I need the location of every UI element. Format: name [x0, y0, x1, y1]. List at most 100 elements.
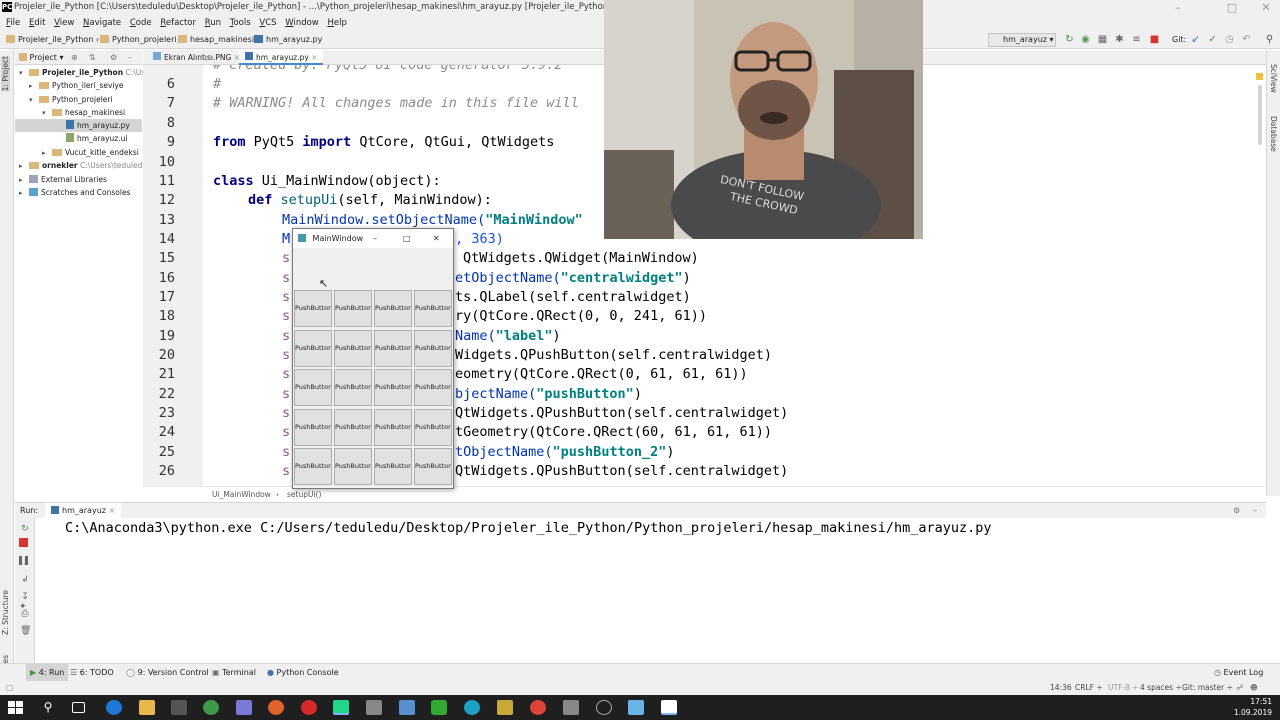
- qt-push-button[interactable]: PushButton: [294, 369, 332, 406]
- anaconda-icon[interactable]: [203, 700, 219, 715]
- opera-icon[interactable]: [301, 700, 317, 715]
- qt-push-button[interactable]: PushButton: [334, 408, 372, 446]
- soft-wrap-icon[interactable]: ↲: [20, 575, 30, 585]
- git-branch[interactable]: Git: master ÷: [1182, 681, 1233, 695]
- qt-push-button[interactable]: PushButton: [374, 448, 412, 485]
- maximize-icon[interactable]: □: [403, 229, 411, 248]
- qt-push-button[interactable]: PushButton: [294, 329, 332, 367]
- warning-marker-icon[interactable]: [1256, 73, 1263, 80]
- scroll-to-end-icon[interactable]: ↧: [20, 592, 30, 602]
- menu-tools[interactable]: Tools: [230, 15, 251, 31]
- qt-push-button[interactable]: PushButton: [334, 369, 372, 406]
- document-icon[interactable]: [661, 700, 677, 715]
- git-update-icon[interactable]: ↙: [1190, 34, 1201, 45]
- store-icon[interactable]: [171, 700, 187, 715]
- lock-icon[interactable]: ☍: [1236, 681, 1244, 695]
- close-icon[interactable]: ✕: [433, 229, 440, 248]
- qt-push-button[interactable]: PushButton: [414, 329, 452, 367]
- app-icon[interactable]: [497, 700, 513, 715]
- windows-start-icon[interactable]: [8, 700, 24, 715]
- menu-window[interactable]: Window: [285, 15, 319, 31]
- pin-icon[interactable]: ✦: [19, 602, 27, 612]
- qt-push-button[interactable]: PushButton: [294, 290, 332, 327]
- firefox-icon[interactable]: [268, 700, 284, 715]
- menu-code[interactable]: Code: [130, 15, 152, 31]
- editor-scrollbar[interactable]: [1258, 85, 1262, 145]
- line-separator[interactable]: CRLF ÷: [1075, 681, 1103, 695]
- close-icon[interactable]: ✕: [1252, 0, 1280, 15]
- gear-icon[interactable]: ⚙: [1233, 503, 1240, 519]
- qt-push-button[interactable]: PushButton: [334, 290, 372, 327]
- concurrency-icon[interactable]: ≡: [1131, 34, 1142, 45]
- calculator-icon[interactable]: [563, 700, 579, 715]
- tree-item-python-ileri[interactable]: ▸ Python_ileri_seviye: [29, 79, 124, 92]
- profile-icon[interactable]: ✱: [1114, 34, 1125, 45]
- tab-todo[interactable]: ☰ 6: TODO: [70, 664, 114, 682]
- editor-breadcrumb-method[interactable]: setupUi(): [287, 487, 321, 503]
- qt-push-button[interactable]: PushButton: [374, 329, 412, 367]
- trash-icon[interactable]: 🗑: [20, 626, 31, 636]
- qt-push-button[interactable]: PushButton: [334, 448, 372, 485]
- git-history-icon[interactable]: ◷: [1224, 34, 1235, 45]
- stop-icon[interactable]: [19, 538, 28, 547]
- menu-vcs[interactable]: VCS: [259, 15, 276, 31]
- editor-breadcrumb-class[interactable]: Ui_MainWindow: [212, 487, 271, 503]
- tab-version-control[interactable]: ◯ 9: Version Control: [126, 664, 209, 682]
- run-output-console[interactable]: C:\Anaconda3\python.exe C:/Users/teduled…: [35, 518, 1266, 663]
- inspector-icon[interactable]: ☻: [1250, 681, 1258, 695]
- tree-item-python-projeleri[interactable]: ▾ Python_projeleri: [29, 93, 113, 106]
- qt-push-button[interactable]: PushButton: [374, 408, 412, 446]
- app-icon[interactable]: [628, 700, 644, 715]
- hide-icon[interactable]: –: [1253, 503, 1257, 519]
- qt-push-button[interactable]: PushButton: [334, 329, 372, 367]
- qt-push-button[interactable]: PushButton: [414, 369, 452, 406]
- task-view-icon[interactable]: [72, 702, 85, 713]
- database-icon[interactable]: [366, 700, 382, 715]
- qt-main-window[interactable]: MainWindow – □ ✕ ↖ PushButton PushButton P…: [292, 228, 454, 489]
- coverage-icon[interactable]: ▦: [1097, 34, 1108, 45]
- file-encoding[interactable]: UTF-8 ÷: [1108, 681, 1139, 695]
- file-explorer-icon[interactable]: [139, 700, 155, 715]
- qt-push-button[interactable]: PushButton: [374, 290, 412, 327]
- maximize-icon[interactable]: □: [1218, 0, 1246, 15]
- status-toggle-icon[interactable]: □: [6, 681, 13, 695]
- rerun-icon[interactable]: ↻: [20, 524, 30, 534]
- tree-item-external-libraries[interactable]: ▸ External Libraries: [19, 173, 107, 186]
- project-panel-title[interactable]: Project: [30, 53, 57, 62]
- sciview-tool-tab[interactable]: SciView: [1269, 64, 1278, 93]
- search-icon[interactable]: ⚲: [40, 700, 56, 715]
- chrome-icon[interactable]: [530, 700, 546, 715]
- menu-file[interactable]: File: [6, 15, 20, 31]
- menu-help[interactable]: Help: [327, 15, 346, 31]
- pause-icon[interactable]: [19, 556, 28, 565]
- qt-designer-icon[interactable]: [431, 700, 447, 715]
- breadcrumb-subfolder[interactable]: hesap_makinesi ›: [178, 31, 260, 49]
- minimize-icon[interactable]: –: [1164, 0, 1192, 15]
- locate-icon[interactable]: ⊕: [71, 50, 78, 65]
- app-icon[interactable]: [596, 700, 612, 715]
- gear-icon[interactable]: ⚙: [110, 50, 117, 65]
- close-tab-icon[interactable]: ×: [311, 53, 317, 62]
- breadcrumb-folder[interactable]: Python_projeleri ›: [100, 31, 182, 49]
- app-icon[interactable]: [236, 700, 252, 715]
- breadcrumb-project[interactable]: Projeler_ile_Python ›: [6, 31, 99, 49]
- arduino-icon[interactable]: [464, 700, 480, 715]
- qt-push-button[interactable]: PushButton: [414, 408, 452, 446]
- database-tool-tab[interactable]: Database: [1269, 116, 1278, 152]
- tab-run[interactable]: ▶ 4: Run: [26, 664, 69, 682]
- tree-item-scratches[interactable]: ▸ Scratches and Consoles: [19, 186, 130, 199]
- debug-icon[interactable]: ◉: [1080, 34, 1091, 45]
- tree-item-hm-arayuz-ui[interactable]: hm_arayuz.ui: [66, 132, 127, 145]
- project-tool-tab[interactable]: 1: Project: [1, 56, 10, 92]
- edge-icon[interactable]: [106, 700, 122, 715]
- menu-view[interactable]: View: [54, 15, 74, 31]
- tree-item-vucut-kitle[interactable]: ▸ Vucut_kitle_endeksi: [42, 146, 139, 159]
- app-icon[interactable]: [399, 700, 415, 715]
- caret-position[interactable]: 14:36: [1050, 681, 1072, 695]
- qt-push-button[interactable]: PushButton: [294, 408, 332, 446]
- tab-hm-arayuz[interactable]: hm_arayuz.py ×: [239, 50, 324, 65]
- run-config-select[interactable]: hm_arayuz ▾: [988, 33, 1056, 47]
- breadcrumb-file[interactable]: hm_arayuz.py: [254, 31, 322, 49]
- menu-edit[interactable]: Edit: [29, 15, 45, 31]
- search-icon[interactable]: ⚲: [1264, 34, 1275, 45]
